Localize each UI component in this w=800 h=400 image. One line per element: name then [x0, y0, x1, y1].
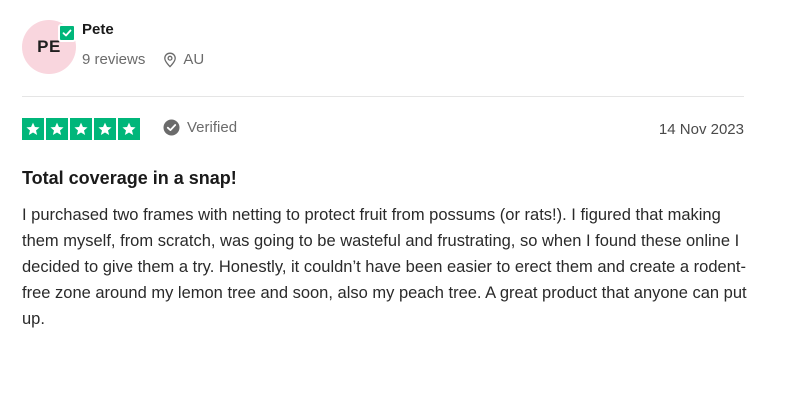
star-rating	[22, 118, 140, 140]
reviewer-name[interactable]: Pete	[82, 21, 114, 38]
reviewer-location: AU	[163, 51, 204, 68]
verified-indicator[interactable]: Verified	[163, 119, 237, 136]
location-label: AU	[183, 51, 205, 68]
check-icon	[62, 29, 72, 37]
star-icon	[70, 118, 92, 140]
review-date: 14 Nov 2023	[658, 121, 744, 138]
verified-label: Verified	[187, 119, 238, 136]
review-card: PE Pete 9 reviews AU Verified 14 Nov 202…	[0, 0, 800, 400]
divider	[22, 96, 744, 97]
star-icon	[118, 118, 140, 140]
star-icon	[94, 118, 116, 140]
reviews-count[interactable]: 9 reviews	[82, 51, 145, 68]
star-icon	[46, 118, 68, 140]
reviewer-meta: 9 reviews AU	[82, 51, 204, 68]
location-pin-icon	[164, 52, 177, 68]
verified-reviewer-badge	[58, 24, 76, 42]
review-title: Total coverage in a snap!	[22, 168, 237, 188]
verified-check-icon	[163, 119, 180, 136]
star-icon	[22, 118, 44, 140]
review-text: I purchased two frames with netting to p…	[22, 206, 747, 328]
